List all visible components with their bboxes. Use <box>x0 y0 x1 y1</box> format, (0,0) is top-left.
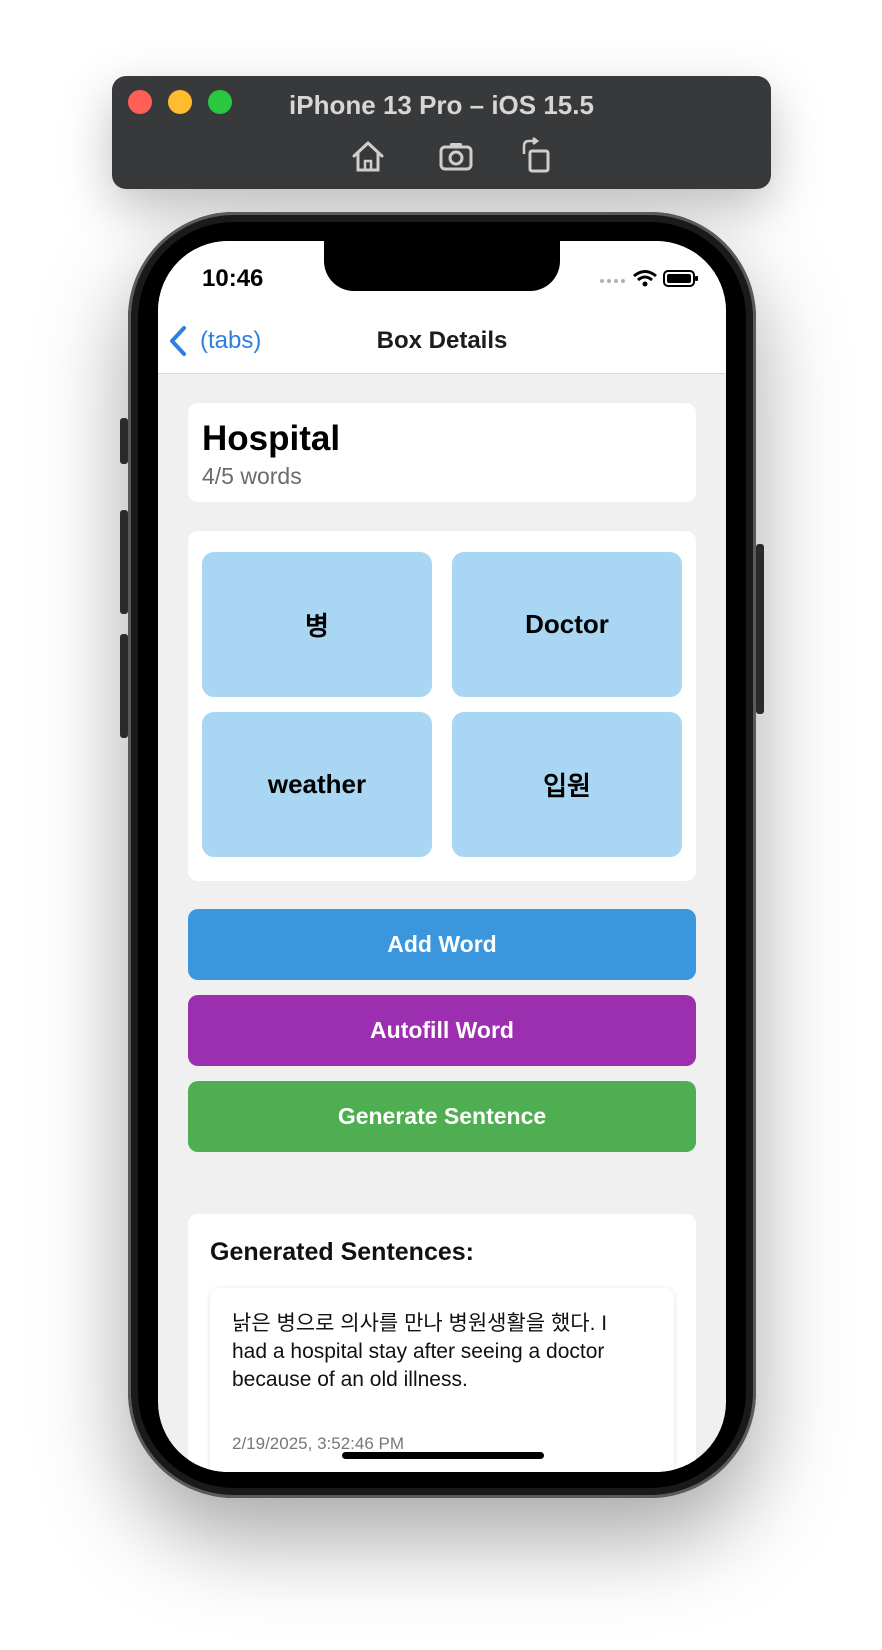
word-grid: 병 Doctor weather 입원 <box>188 531 696 881</box>
autofill-word-button[interactable]: Autofill Word <box>188 995 696 1066</box>
generated-sentences-section: Generated Sentences: 낡은 병으로 의사를 만나 병원생활을… <box>188 1214 696 1472</box>
page-title: Box Details <box>376 327 508 354</box>
battery-icon <box>663 270 698 287</box>
power-button <box>756 544 764 714</box>
word-count: 4/5 words <box>202 463 302 489</box>
status-time: 10:46 <box>202 265 264 292</box>
box-name: Hospital <box>202 419 341 458</box>
sentence-timestamp: 2/19/2025, 3:52:46 PM <box>232 1434 405 1453</box>
rotate-icon[interactable] <box>516 136 556 176</box>
generate-sentence-button[interactable]: Generate Sentence <box>188 1081 696 1152</box>
simulator-toolbar <box>112 136 771 176</box>
add-word-button[interactable]: Add Word <box>188 909 696 980</box>
volume-up-button <box>120 510 128 614</box>
word-tile[interactable]: 병 <box>202 552 432 697</box>
signal-icon <box>600 279 625 283</box>
screenshot-icon[interactable] <box>436 136 476 176</box>
navigation-bar: (tabs) Box Details <box>158 307 726 374</box>
home-indicator[interactable] <box>342 1452 544 1459</box>
word-tile[interactable]: Doctor <box>452 552 682 697</box>
sentence-text: 낡은 병으로 의사를 만나 병원생활을 했다. I had a hospital… <box>232 1312 608 1391</box>
simulator-title: iPhone 13 Pro – iOS 15.5 <box>289 90 594 120</box>
phone-screen: 10:46 (tabs) Box Details Hospital 4/5 wo… <box>158 241 726 1472</box>
word-tile[interactable]: weather <box>202 712 432 857</box>
mute-switch <box>120 418 128 464</box>
generated-sentences-title: Generated Sentences: <box>210 1238 474 1266</box>
wifi-icon <box>633 270 657 287</box>
home-icon[interactable] <box>348 136 388 176</box>
sentence-card: 낡은 병으로 의사를 만나 병원생활을 했다. I had a hospital… <box>210 1288 674 1472</box>
notch <box>324 241 560 291</box>
status-icons <box>600 267 700 291</box>
box-header-card: Hospital 4/5 words <box>188 403 696 502</box>
word-tile[interactable]: 입원 <box>452 712 682 857</box>
simulator-title-bar: iPhone 13 Pro – iOS 15.5 <box>112 76 771 189</box>
volume-down-button <box>120 634 128 738</box>
